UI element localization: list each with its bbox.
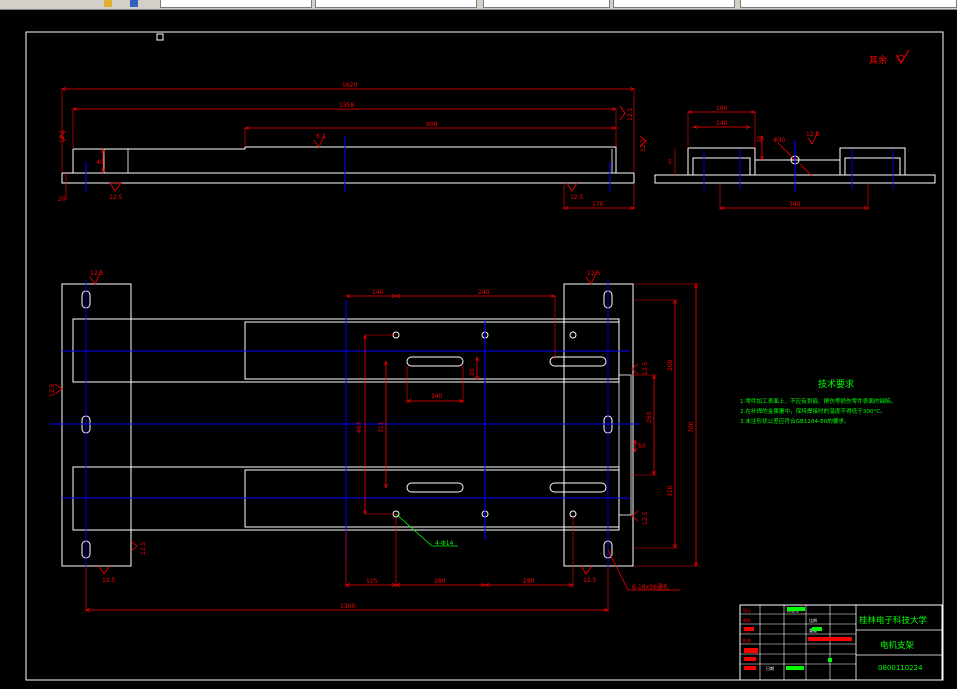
svg-text:12.5: 12.5 (109, 194, 123, 201)
svg-text:240: 240 (478, 289, 490, 296)
svg-text:25: 25 (757, 135, 764, 143)
svg-text:其余: 其余 (869, 54, 887, 66)
toolbar-dropdown-1[interactable] (160, 0, 312, 8)
svg-text:12.5: 12.5 (627, 107, 634, 121)
drawing-canvas[interactable]: 其余 1620 1358 906 40 20 170 12.5 6.3 12.5… (0, 10, 957, 689)
svg-text:140: 140 (431, 393, 443, 400)
svg-text:1620: 1620 (342, 82, 357, 89)
svg-text:12.5: 12.5 (49, 383, 56, 397)
svg-text:12.5: 12.5 (587, 270, 601, 277)
svg-text:1358: 1358 (339, 102, 354, 109)
svg-text:906: 906 (426, 121, 438, 128)
svg-text:260: 260 (646, 411, 653, 423)
svg-text:280: 280 (523, 578, 535, 585)
tech-item: 2.在补焊的金属覆中，保持焊接时的温度不得低于300°C。 (740, 407, 886, 415)
svg-text:125: 125 (366, 578, 378, 585)
svg-text:280: 280 (434, 578, 446, 585)
svg-text:160: 160 (716, 105, 728, 112)
svg-text:50: 50 (638, 443, 646, 450)
svg-text:200: 200 (667, 359, 674, 371)
svg-text:12.5: 12.5 (642, 361, 649, 375)
svg-text:日期: 日期 (766, 665, 774, 671)
svg-text:批准: 批准 (743, 637, 751, 643)
svg-text:12.5: 12.5 (102, 577, 116, 584)
university-name: 桂林电子科技大学 (859, 615, 928, 626)
svg-text:20: 20 (469, 368, 476, 376)
svg-text:140: 140 (372, 289, 384, 296)
svg-text:12.5: 12.5 (806, 131, 820, 138)
svg-text:12.5: 12.5 (583, 577, 597, 584)
toolbar-dropdown-5[interactable] (740, 0, 957, 8)
svg-text:12.5: 12.5 (90, 270, 104, 277)
svg-text:审核: 审核 (743, 617, 751, 623)
tech-item: 3.未注形状公差应符合GB1184-80的要求。 (740, 417, 850, 425)
tech-title: 技术要求 (818, 378, 854, 390)
svg-text:6.3: 6.3 (316, 133, 326, 140)
svg-text:467: 467 (356, 421, 363, 433)
toolbar-dropdown-3[interactable] (483, 0, 610, 8)
svg-text:360: 360 (789, 201, 801, 208)
svg-text:12.5: 12.5 (640, 138, 647, 152)
toolbar-dropdown-2[interactable] (315, 0, 477, 8)
svg-text:12.5: 12.5 (642, 511, 649, 525)
svg-text:311: 311 (378, 421, 385, 433)
svg-text:1300: 1300 (340, 603, 355, 610)
toolbar-icon-b[interactable] (130, 0, 138, 7)
svg-text:Φ30: Φ30 (773, 137, 786, 144)
svg-text:20: 20 (58, 196, 66, 203)
svg-text:40: 40 (96, 159, 104, 166)
svg-text:设计: 设计 (743, 607, 751, 613)
svg-text:5: 5 (668, 159, 672, 166)
svg-text:6-18x36通孔: 6-18x36通孔 (632, 583, 669, 591)
svg-text:比例: 比例 (809, 617, 817, 623)
svg-text:4-Φ14: 4-Φ14 (435, 540, 454, 547)
svg-text:310: 310 (667, 485, 674, 497)
svg-text:12.5: 12.5 (570, 194, 584, 201)
canvas-background (0, 10, 957, 689)
svg-text:170: 170 (592, 201, 604, 208)
part-name: 电机支架 (880, 640, 915, 651)
svg-text:12.5: 12.5 (59, 129, 66, 143)
svg-text:12.5: 12.5 (140, 541, 147, 555)
toolbar-dropdown-4[interactable] (613, 0, 735, 8)
tech-item: 1.零件加工表面上，不应有划痕、擦伤等损伤零件表面的缺陷。 (740, 397, 896, 405)
cad-toolbar (0, 0, 957, 10)
svg-text:700: 700 (688, 421, 695, 433)
drawing-number: 0800110224 (878, 664, 923, 672)
svg-text:140: 140 (716, 120, 728, 127)
toolbar-icon-a[interactable] (104, 0, 112, 7)
